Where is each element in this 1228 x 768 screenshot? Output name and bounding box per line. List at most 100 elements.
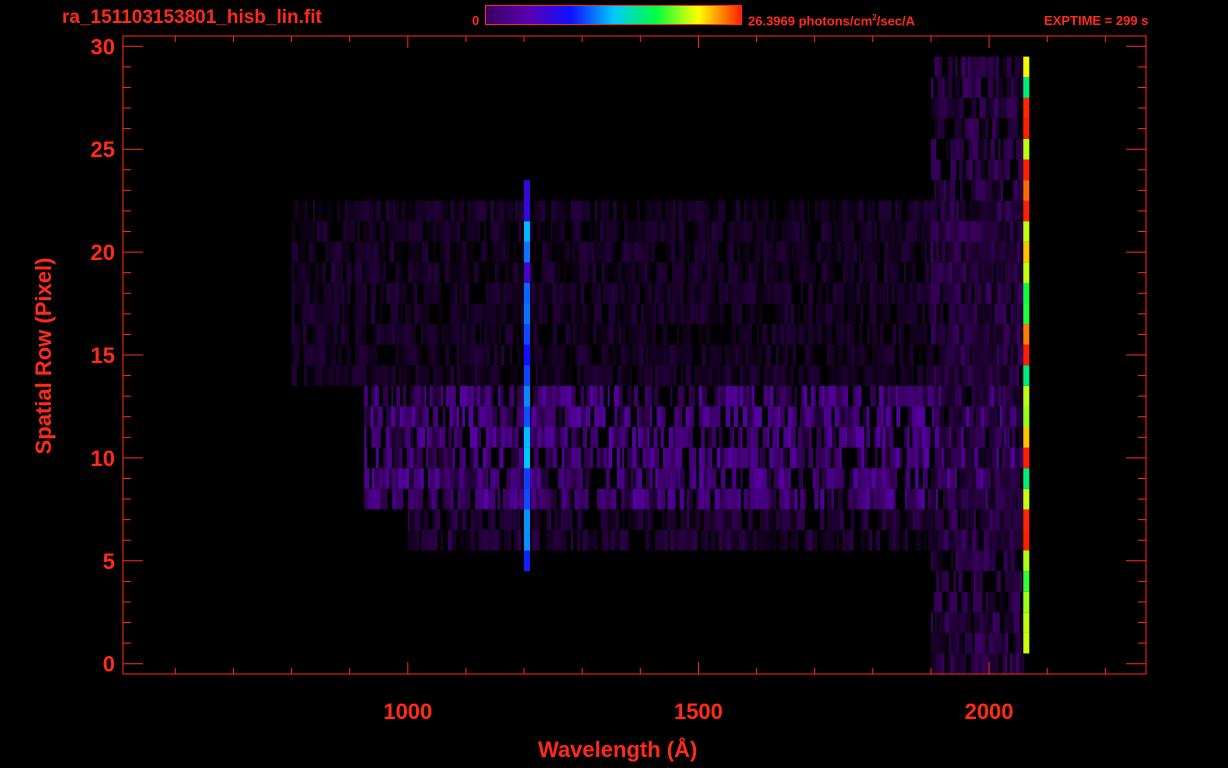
heatmap-cell [936,180,940,201]
heatmap-cell [916,529,922,551]
heatmap-cell [601,529,604,551]
heatmap-cell [873,427,877,448]
heatmap-cell [603,283,608,304]
heatmap-cell [962,550,966,572]
heatmap-cell [321,303,326,325]
heatmap-cell [950,241,953,263]
heatmap-cell [571,406,577,428]
heatmap-cell [725,283,728,304]
heatmap-cell [819,509,824,530]
heatmap-cell [769,283,774,304]
heatmap-cell [850,365,856,386]
heatmap-cell [1002,56,1007,78]
heatmap-cell [916,385,921,407]
heatmap-cell [455,324,460,345]
heatmap-cell [791,324,797,345]
heatmap-cell [654,365,659,386]
heatmap-cell [968,159,973,181]
heatmap-cell [904,365,908,386]
heatmap-cell [994,427,997,448]
emission-line-cell [1023,509,1030,530]
heatmap-cell [972,344,975,366]
heatmap-cell [1009,138,1014,160]
heatmap-cell [850,262,855,283]
heatmap-cell [707,241,710,263]
heatmap-cell [375,427,381,448]
heatmap-cell [545,488,551,510]
heatmap-cell [486,365,490,386]
heatmap-cell [591,283,596,304]
heatmap-cell [981,138,984,160]
heatmap-cell [615,509,620,530]
heatmap-cell [959,468,964,489]
heatmap-cell [920,385,923,407]
heatmap-cell [406,324,412,345]
heatmap-cell [388,468,392,489]
heatmap-cell [604,365,608,386]
heatmap-cell [1014,200,1018,222]
heatmap-cell [840,365,844,386]
heatmap-cell [804,427,809,448]
y-tick-label: 5 [103,549,115,574]
heatmap-cell [533,529,536,551]
heatmap-cell [747,283,753,304]
heatmap-cell [885,447,891,469]
heatmap-cell [517,221,522,242]
heatmap-cell [961,591,964,613]
heatmap-cell [666,241,672,263]
heatmap-cell [385,427,390,448]
heatmap-cell [537,427,543,448]
heatmap-cell [862,509,864,530]
heatmap-cell [635,488,641,510]
heatmap-cell [943,97,947,119]
heatmap-cell [1011,97,1017,119]
heatmap-cell [742,221,748,242]
heatmap-cell [865,488,871,510]
heatmap-cell [759,303,762,325]
heatmap-cell [1003,138,1008,160]
heatmap-cell [583,262,588,283]
heatmap-cell [534,303,539,325]
heatmap-cell [629,488,633,510]
heatmap-cell [1002,221,1007,242]
heatmap-cell [413,447,417,469]
heatmap-cell [308,241,313,263]
heatmap-cell [825,447,828,469]
heatmap-cell [978,509,983,530]
heatmap-cell [989,406,994,428]
heatmap-cell [375,447,379,469]
heatmap-cell [990,241,996,263]
heatmap-cell [745,529,749,551]
heatmap-cell [976,77,981,98]
heatmap-cell [976,571,980,592]
heatmap-cell [318,303,322,325]
heatmap-cell [293,365,297,386]
heatmap-cell [954,221,959,242]
heatmap-cell [776,241,778,263]
heatmap-cell [895,200,898,222]
heatmap-cell [652,344,655,366]
heatmap-cell [643,221,646,242]
heatmap-cell [767,406,772,428]
heatmap-cell [825,303,830,325]
heatmap-cell [894,468,897,489]
heatmap-cell [706,262,709,283]
heatmap-cell [804,262,808,283]
heatmap-cell [995,56,1000,78]
heatmap-cell [726,509,731,530]
heatmap-cell [783,385,786,407]
heatmap-cell [607,365,611,386]
heatmap-cell [477,406,480,428]
heatmap-cell [919,200,924,222]
heatmap-cell [589,385,594,407]
heatmap-cell [968,612,971,633]
heatmap-cell [964,200,967,222]
heatmap-cell [870,385,873,407]
heatmap-cell [861,221,867,242]
heatmap-cell [953,406,958,428]
heatmap-cell [590,241,595,263]
emission-line-cell [1023,550,1030,572]
heatmap-cell [721,468,726,489]
heatmap-cell [579,324,583,345]
heatmap-cell [430,427,433,448]
